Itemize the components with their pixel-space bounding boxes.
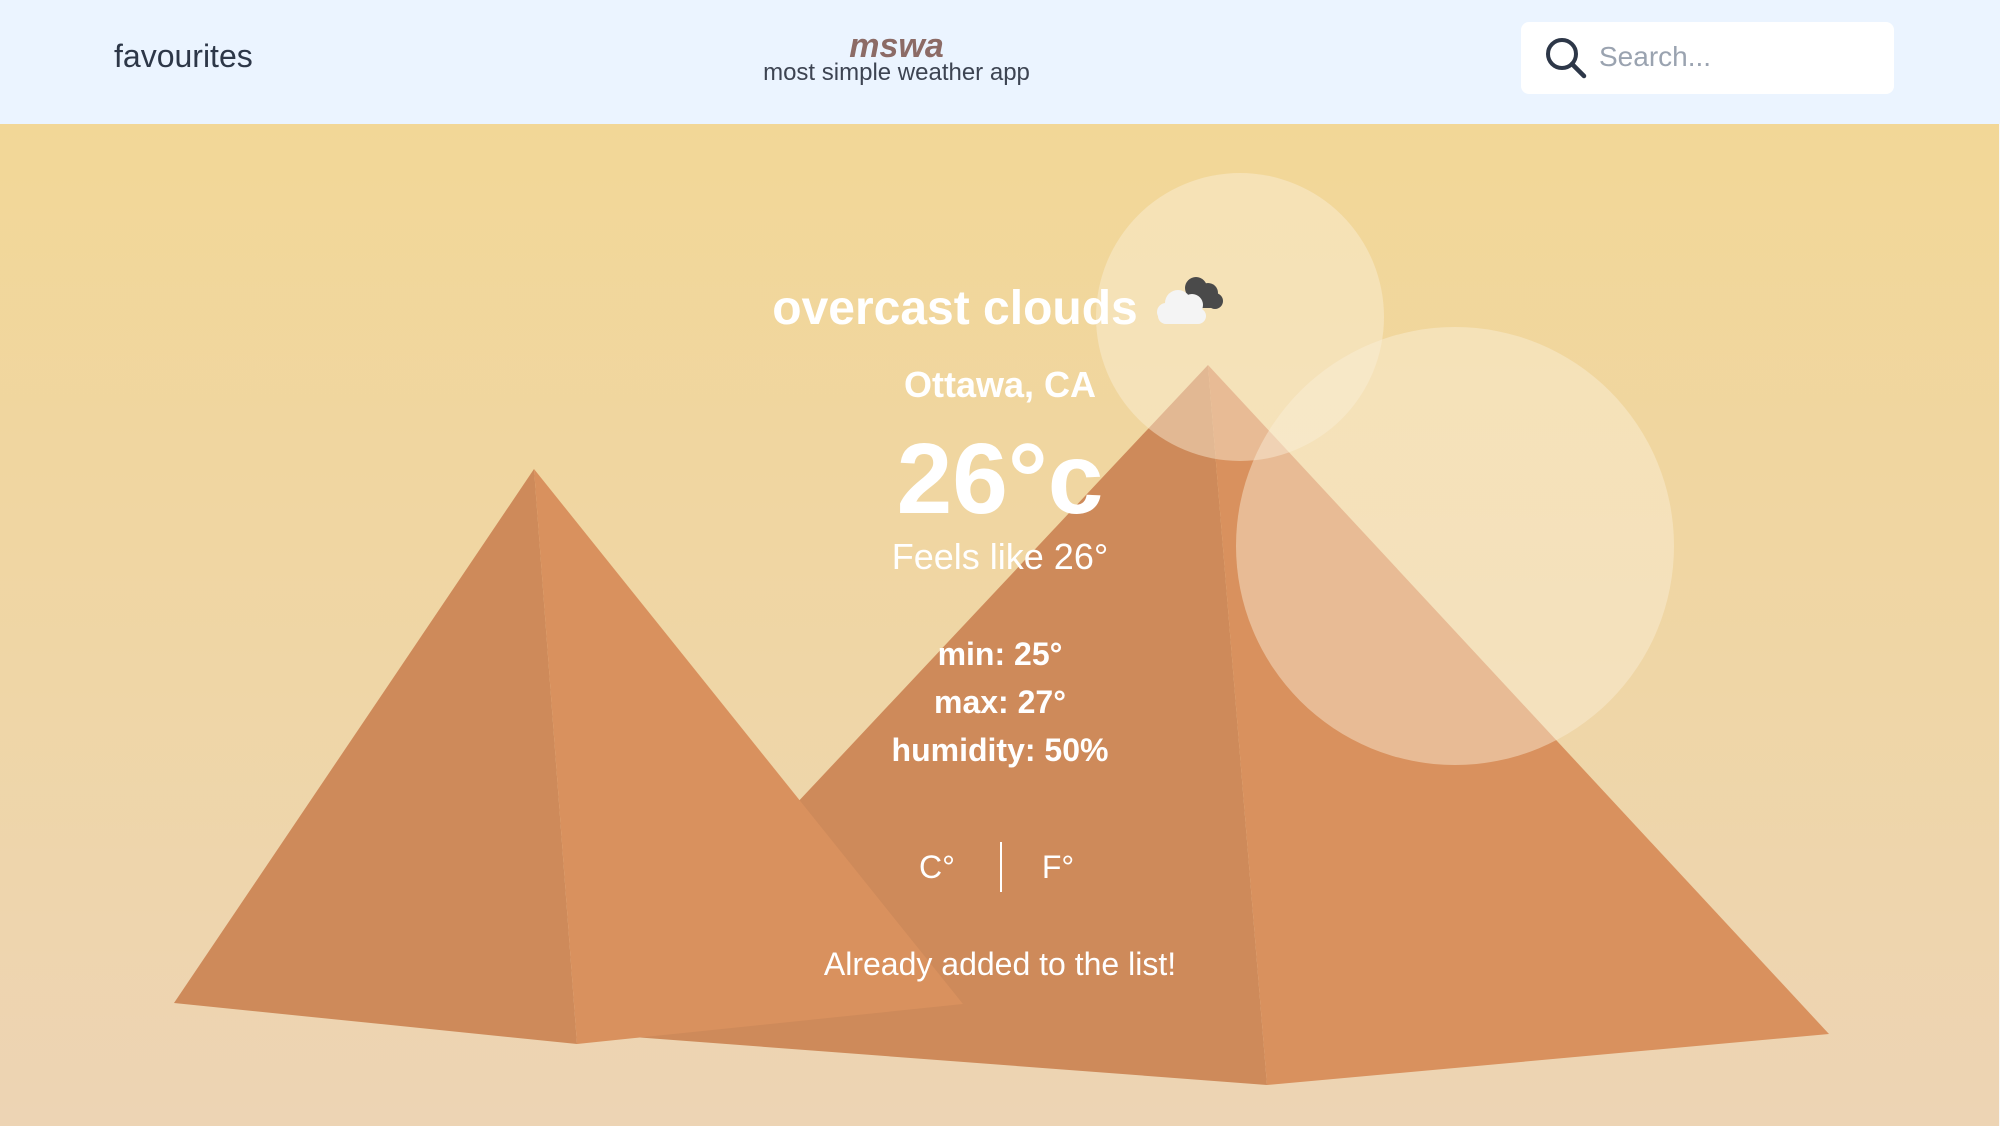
app-logo-name: mswa (849, 27, 944, 65)
current-temperature: 26°c (896, 423, 1104, 535)
search-box[interactable] (1521, 22, 1894, 94)
overcast-clouds-icon (1152, 272, 1228, 341)
favourite-status-message: Already added to the list! (823, 946, 1177, 982)
min-temp: min: 25° (937, 636, 1063, 672)
celsius-button[interactable]: C° (892, 842, 982, 892)
humidity: humidity: 50% (891, 732, 1109, 768)
weather-condition: overcast clouds (0, 276, 2000, 341)
top-nav-bar: favourites mswa most simple weather app (0, 0, 2000, 124)
brand: mswa most simple weather app (700, 27, 1093, 86)
weather-stats: min: 25° max: 27° humidity: 50% (0, 630, 2000, 774)
max-temp: max: 27° (934, 684, 1066, 720)
favourites-link[interactable]: favourites (114, 36, 253, 76)
unit-toggle: C° F° (892, 842, 1107, 892)
location-label: Ottawa, CA (903, 364, 1097, 405)
app-tagline: most simple weather app (763, 59, 1030, 86)
condition-text: overcast clouds (772, 282, 1138, 335)
fahrenheit-button[interactable]: F° (1013, 842, 1103, 892)
weather-panel: overcast clouds Ottawa, CA 26°c Feels li… (0, 124, 2000, 1126)
search-icon[interactable] (1543, 35, 1589, 81)
unit-divider (1000, 842, 1002, 892)
search-input[interactable] (1599, 34, 1879, 80)
feels-like: Feels like 26° (891, 536, 1109, 577)
